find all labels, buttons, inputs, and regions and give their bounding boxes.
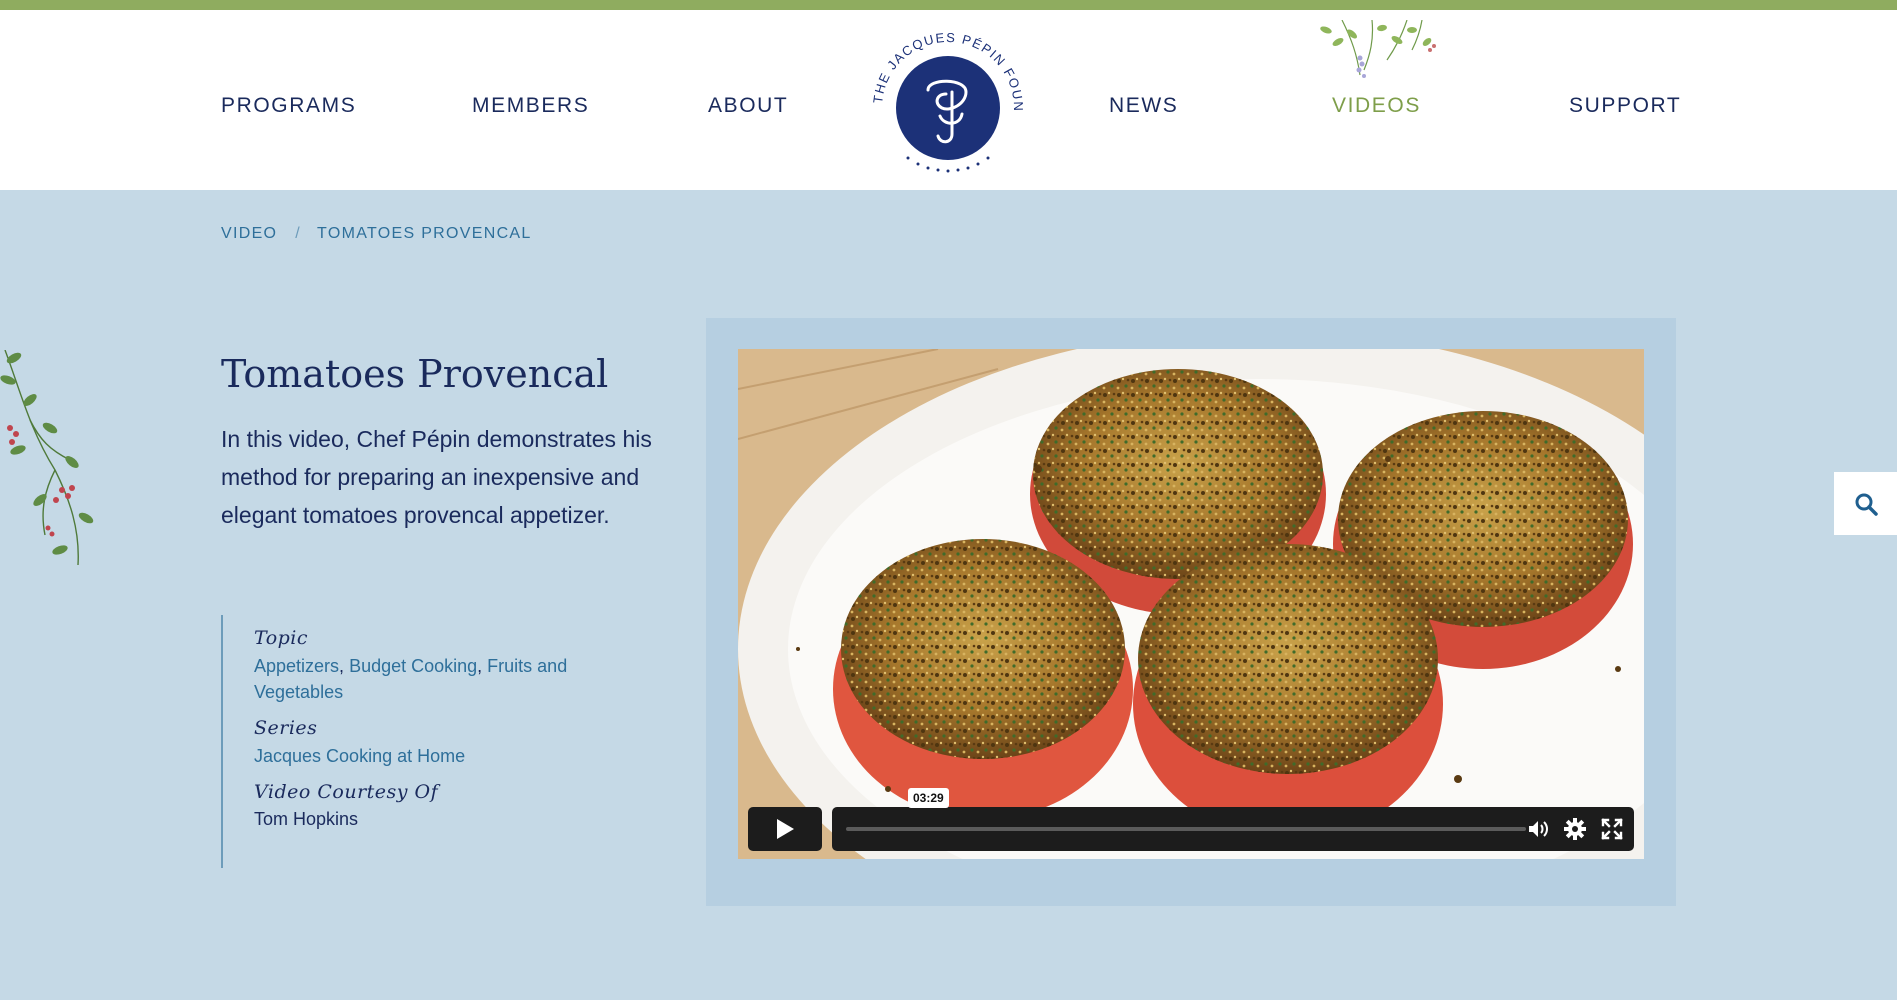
breadcrumb: VIDEO / TOMATOES PROVENCAL [221,225,532,243]
topic-separator: , [477,656,488,676]
nav-item-members[interactable]: MEMBERS [472,94,589,118]
meta-topic: Topic Appetizers, Budget Cooking, Fruits… [254,627,661,705]
top-accent-bar [0,0,1897,10]
herb-illustration [0,350,94,566]
meta-series: Series Jacques Cooking at Home [254,717,661,769]
player-bar: 03:29 [832,788,1634,851]
video-player[interactable]: 03:29 [738,349,1644,859]
series-link[interactable]: Jacques Cooking at Home [254,746,465,766]
search-icon [1855,493,1878,516]
progress-bar[interactable] [846,827,1526,831]
topic-link-appetizers[interactable]: Appetizers [254,656,339,676]
video-thumbnail [738,349,1644,859]
nav-item-programs[interactable]: PROGRAMS [221,94,356,118]
player-controls: 03:29 [748,788,1634,851]
breadcrumb-current[interactable]: TOMATOES PROVENCAL [317,225,532,243]
volume-icon[interactable] [1526,817,1550,841]
nav-item-about[interactable]: ABOUT [708,94,788,118]
site-header: PROGRAMS MEMBERS ABOUT NEWS VIDEOS SUPPO… [0,10,1897,190]
meta-series-links: Jacques Cooking at Home [254,743,661,769]
topic-link-budget-cooking[interactable]: Budget Cooking [349,656,477,676]
breadcrumb-separator: / [295,225,302,242]
nav-item-videos[interactable]: VIDEOS [1332,94,1421,118]
play-button[interactable] [748,807,822,851]
meta-topic-links: Appetizers, Budget Cooking, Fruits and V… [254,653,661,705]
meta-courtesy-label: Video Courtesy Of [254,781,439,803]
breadcrumb-link-video[interactable]: VIDEO [221,225,277,243]
video-description: In this video, Chef Pépin demonstrates h… [221,426,652,528]
meta-courtesy: Video Courtesy Of Tom Hopkins [254,781,661,830]
video-meta: Topic Appetizers, Budget Cooking, Fruits… [221,615,661,868]
herb-illustration [1320,20,1436,78]
page-title: Tomatoes Provencal [221,352,609,396]
meta-series-label: Series [254,717,318,739]
topic-separator: , [339,656,350,676]
meta-topic-label: Topic [254,627,309,649]
nav-item-news[interactable]: NEWS [1109,94,1178,118]
meta-courtesy-value: Tom Hopkins [254,809,359,829]
gear-icon[interactable] [1563,817,1587,841]
foundation-logo[interactable]: THE JACQUES PÉPIN FOUNDATION [870,30,1026,186]
search-button[interactable] [1834,472,1897,535]
duration-label: 03:29 [908,788,949,808]
fullscreen-icon[interactable] [1600,817,1624,841]
play-icon [777,819,794,839]
nav-item-support[interactable]: SUPPORT [1569,94,1681,118]
